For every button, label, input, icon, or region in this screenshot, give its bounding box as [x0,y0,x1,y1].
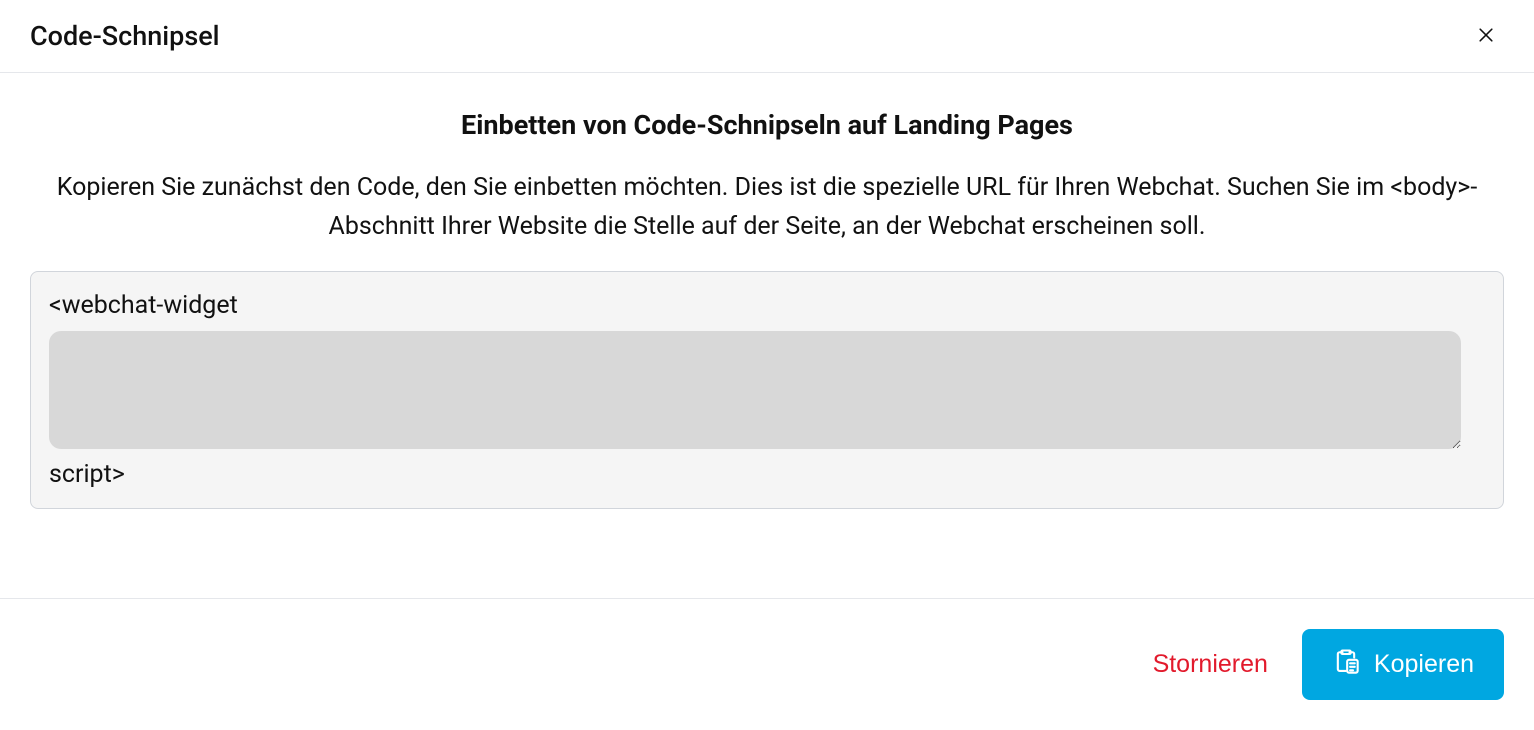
cancel-button[interactable]: Stornieren [1147,640,1274,689]
modal-body: Einbetten von Code-Schnipseln auf Landin… [0,73,1534,598]
close-icon [1476,25,1496,48]
close-button[interactable] [1468,18,1504,54]
body-heading: Einbetten von Code-Schnipseln auf Landin… [30,109,1504,141]
modal-footer: Stornieren Kopieren [0,598,1534,730]
paste-icon [1332,647,1360,682]
code-line-before: <webchat-widget [49,288,1489,323]
copy-button[interactable]: Kopieren [1302,629,1504,700]
body-description: Kopieren Sie zunächst den Code, den Sie … [32,169,1502,247]
copy-button-label: Kopieren [1374,650,1474,679]
code-line-after: script> [49,457,1489,492]
code-snippet-box: <webchat-widget script> [30,271,1504,509]
code-snippet-modal: Code-Schnipsel Einbetten von Code-Schnip… [0,0,1534,730]
modal-header: Code-Schnipsel [0,0,1534,73]
code-textarea[interactable] [49,331,1461,449]
modal-title: Code-Schnipsel [30,20,220,52]
